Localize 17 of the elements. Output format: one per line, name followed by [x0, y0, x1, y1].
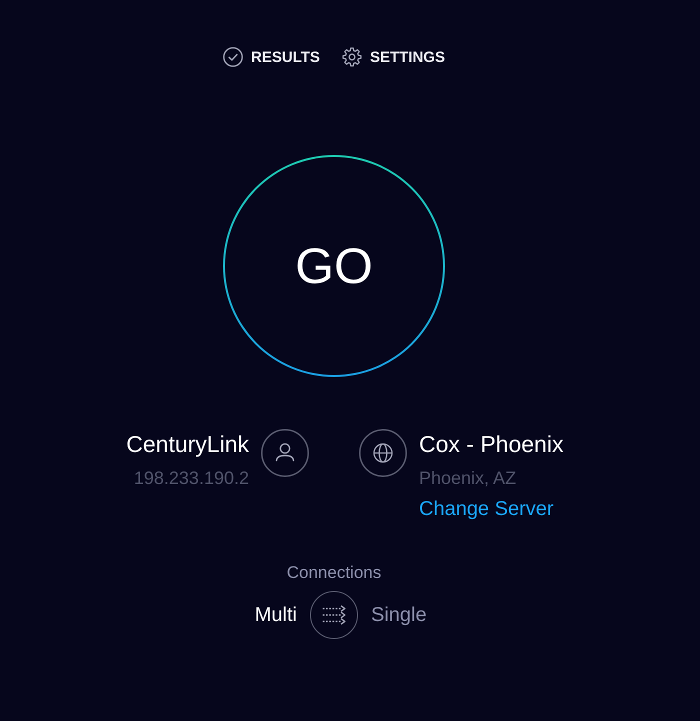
provider-name: CenturyLink — [126, 430, 249, 458]
arrows-icon — [322, 605, 346, 625]
connections-label: Connections — [286, 563, 382, 583]
globe-icon — [359, 429, 407, 477]
connection-option[interactable]: Multi — [254, 604, 297, 626]
go-button[interactable]: GO — [223, 155, 445, 377]
person-icon — [261, 429, 309, 477]
connection-option[interactable]: Single — [371, 604, 427, 626]
change-server-link[interactable]: Change Server — [419, 496, 554, 522]
nav-tab[interactable]: RESULTS — [223, 47, 320, 67]
check-circle-icon — [223, 47, 244, 67]
settings-icon — [342, 47, 362, 67]
ip-address: 198.233.190.2 — [134, 467, 249, 490]
server-name: Cox - Phoenix — [419, 430, 564, 458]
connections-toggle[interactable] — [310, 591, 358, 639]
server-location: Phoenix, AZ — [419, 467, 516, 490]
nav-tab[interactable]: SETTINGS — [342, 47, 445, 67]
